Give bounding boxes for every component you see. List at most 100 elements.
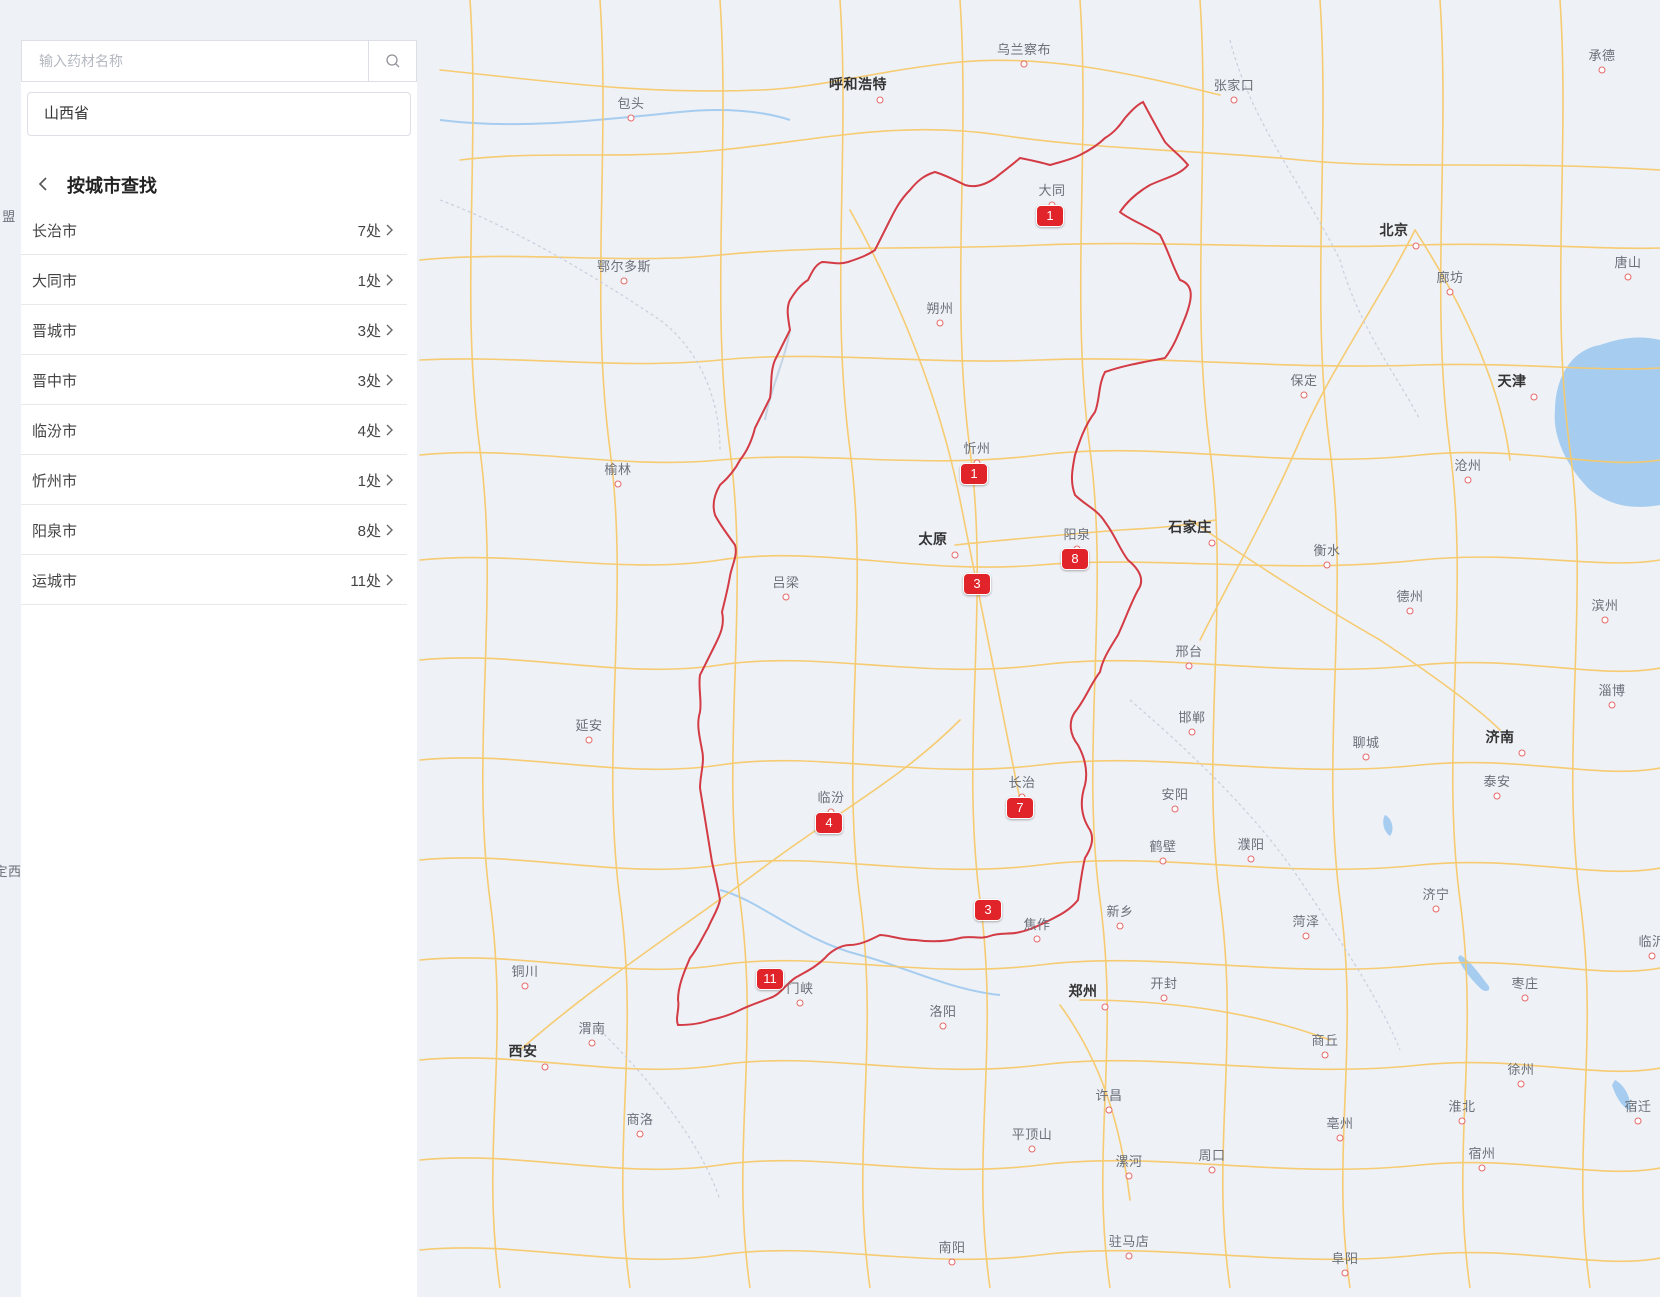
city-list-item[interactable]: 临汾市 4处 — [21, 405, 407, 455]
city-list-item[interactable]: 长治市 7处 — [21, 205, 407, 255]
map-city-dot — [1159, 857, 1167, 865]
back-icon[interactable] — [33, 172, 53, 196]
map-city-dot — [1300, 391, 1308, 399]
map-city-label: 邢台 — [1175, 644, 1203, 659]
map-city-label: 定西 — [0, 864, 22, 879]
map-city-dot — [1336, 1134, 1344, 1142]
map-city-dot — [1493, 792, 1501, 800]
map-city-label: 廊坊 — [1436, 270, 1464, 285]
map-city-dot — [1101, 1003, 1109, 1011]
chevron-right-icon — [386, 374, 393, 386]
map-city-dot — [876, 96, 884, 104]
city-count: 11处 — [350, 573, 381, 590]
map-city-label: 鹤壁 — [1149, 839, 1177, 854]
map-city-dot — [1208, 1166, 1216, 1174]
map-city-label: 榆林 — [604, 462, 632, 477]
map-city-label: 鄂尔多斯 — [596, 259, 652, 274]
map-city-label: 枣庄 — [1511, 976, 1539, 991]
city-list-item[interactable]: 晋中市 3处 — [21, 355, 407, 405]
map-city-dot — [1517, 1080, 1525, 1088]
city-list-item[interactable]: 忻州市 1处 — [21, 455, 407, 505]
search-input[interactable] — [22, 41, 369, 81]
city-name: 晋城市 — [32, 323, 78, 340]
map-city-label: 阜阳 — [1331, 1251, 1359, 1266]
map-city-label: 泰安 — [1483, 774, 1511, 789]
city-list-item[interactable]: 阳泉市 8处 — [21, 505, 407, 555]
map-city-dot — [948, 1258, 956, 1266]
city-name: 临汾市 — [32, 423, 78, 440]
city-name: 运城市 — [32, 573, 78, 590]
map-city-label: 宿州 — [1468, 1146, 1496, 1161]
map-city-dot — [541, 1063, 549, 1071]
map-city-dot — [585, 736, 593, 744]
panel-title: 按城市查找 — [67, 176, 157, 196]
map-city-dot — [1458, 1117, 1466, 1125]
map-city-label: 临汾 — [817, 790, 845, 805]
map-count-marker[interactable]: 3 — [974, 899, 1002, 921]
map-city-label: 沧州 — [1454, 458, 1482, 473]
map-city-dot — [796, 999, 804, 1007]
map-city-label: 张家口 — [1213, 78, 1255, 93]
map-city-dot — [1105, 1106, 1113, 1114]
region-select[interactable]: 山西省 — [27, 92, 411, 136]
map-city-dot — [1341, 1269, 1349, 1277]
chevron-right-icon — [386, 524, 393, 536]
map-city-dot — [1598, 66, 1606, 74]
city-name: 长治市 — [32, 223, 78, 240]
map-city-dot — [936, 319, 944, 327]
map-city-label: 石家庄 — [1168, 519, 1212, 535]
map-city-dot — [1323, 561, 1331, 569]
city-count: 3处 — [357, 373, 381, 390]
map-city-dot — [782, 593, 790, 601]
map-city-dot — [1033, 935, 1041, 943]
map-city-label: 大同 — [1038, 183, 1066, 198]
chevron-right-icon — [386, 424, 393, 436]
map-city-label: 临沂 — [1638, 934, 1660, 949]
map-city-label: 亳州 — [1326, 1116, 1354, 1131]
map-city-dot — [939, 1022, 947, 1030]
map-city-dot — [1160, 994, 1168, 1002]
chevron-right-icon — [386, 274, 393, 286]
city-list-item[interactable]: 晋城市 3处 — [21, 305, 407, 355]
map-count-marker[interactable]: 1 — [1036, 205, 1064, 227]
map-city-label: 菏泽 — [1292, 914, 1320, 929]
map-city-label: 淮北 — [1448, 1099, 1476, 1114]
map-city-label: 呼和浩特 — [829, 76, 887, 92]
map-count-marker[interactable]: 7 — [1006, 797, 1034, 819]
map-count-marker[interactable]: 11 — [756, 968, 784, 990]
city-count: 1处 — [357, 273, 381, 290]
map-city-label: 济宁 — [1422, 887, 1450, 902]
map-city-label: 忻州 — [963, 441, 991, 456]
panel-header: 按城市查找 — [21, 160, 417, 206]
city-name: 阳泉市 — [32, 523, 78, 540]
map-count-marker[interactable]: 8 — [1061, 548, 1089, 570]
city-count: 8处 — [357, 523, 381, 540]
chevron-right-icon — [386, 324, 393, 336]
city-name: 忻州市 — [32, 473, 78, 490]
map-city-label: 太原 — [918, 531, 948, 547]
map-city-dot — [1230, 96, 1238, 104]
map-count-marker[interactable]: 1 — [960, 463, 988, 485]
map-city-dot — [1446, 288, 1454, 296]
map-city-dot — [636, 1130, 644, 1138]
map-city-label: 驻马店 — [1108, 1234, 1150, 1249]
map-city-label: 焦作 — [1023, 917, 1051, 932]
map-city-label: 延安 — [575, 718, 603, 733]
map-count-marker[interactable]: 4 — [815, 812, 843, 834]
search-button[interactable] — [368, 41, 416, 81]
city-list-item[interactable]: 大同市 1处 — [21, 255, 407, 305]
map-city-dot — [1247, 855, 1255, 863]
map-city-dot — [1028, 1145, 1036, 1153]
map-city-label: 唐山 — [1614, 255, 1642, 270]
chevron-right-icon — [386, 224, 393, 236]
map-city-label: 保定 — [1290, 373, 1318, 388]
city-list-item[interactable]: 运城市 11处 — [21, 555, 407, 605]
city-count: 3处 — [357, 323, 381, 340]
city-name: 大同市 — [32, 273, 78, 290]
map-city-dot — [1125, 1172, 1133, 1180]
city-count: 4处 — [357, 423, 381, 440]
map-city-dot — [1185, 662, 1193, 670]
map-city-label: 徐州 — [1507, 1062, 1535, 1077]
map-count-marker[interactable]: 3 — [963, 573, 991, 595]
map-city-dot — [521, 982, 529, 990]
